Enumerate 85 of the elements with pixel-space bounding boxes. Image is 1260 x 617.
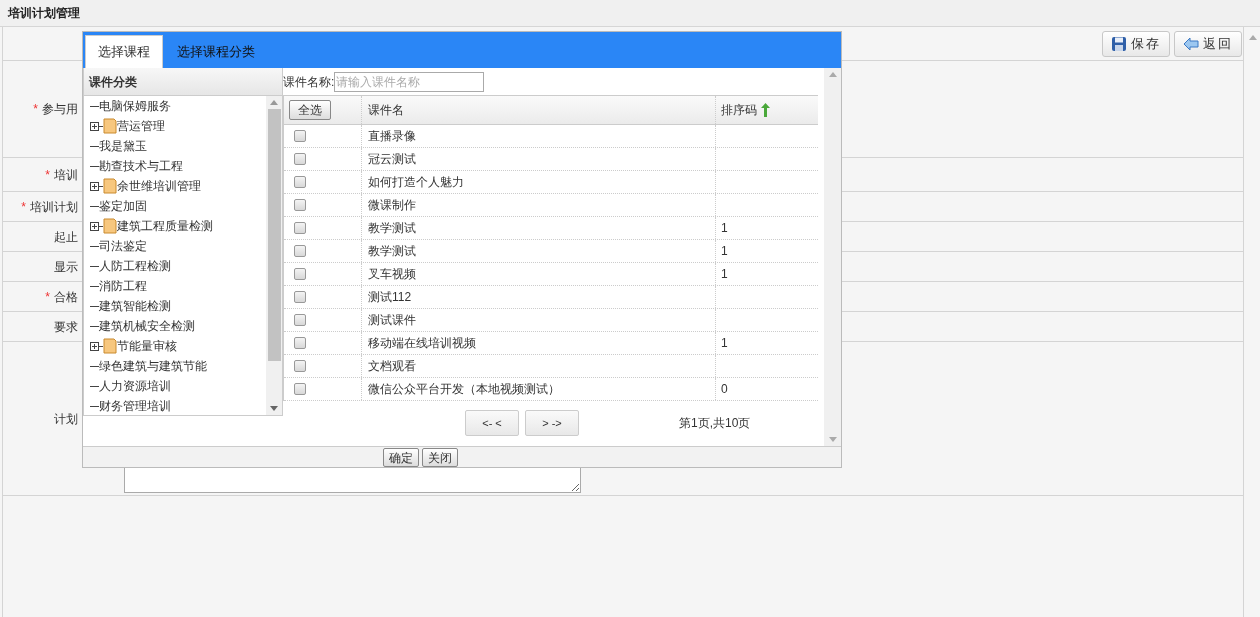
row-checkbox[interactable] bbox=[294, 153, 306, 165]
column-header[interactable]: 排序码 bbox=[721, 101, 757, 119]
tree-item[interactable]: 鉴定加固 bbox=[99, 197, 147, 215]
table-cell-text: 冠云测试 bbox=[368, 151, 416, 168]
required-mark: * bbox=[45, 288, 50, 306]
row-checkbox[interactable] bbox=[294, 314, 306, 326]
row-checkbox[interactable] bbox=[294, 268, 306, 280]
back-button[interactable]: 返回 bbox=[1174, 30, 1242, 57]
table-cell-text: 教学测试 bbox=[368, 220, 416, 237]
field-label: 要求 bbox=[54, 318, 78, 336]
table-cell-text: 1 bbox=[721, 335, 728, 352]
tree-item[interactable]: 余世维培训管理 bbox=[117, 177, 201, 195]
folder-icon bbox=[103, 218, 117, 234]
confirm-button[interactable]: 确定 bbox=[383, 447, 419, 467]
required-mark: * bbox=[33, 101, 38, 118]
field-label: 培训 bbox=[54, 166, 78, 184]
page-info: 第1页,共10页 bbox=[679, 415, 751, 432]
select-all-button[interactable]: 全选 bbox=[289, 100, 331, 120]
table-cell-text: 测试112 bbox=[368, 289, 412, 306]
tree-item[interactable]: 财务管理培训 bbox=[99, 397, 171, 415]
tree-item[interactable]: 人防工程检测 bbox=[99, 257, 171, 275]
tree-item[interactable]: 建筑工程质量检测 bbox=[117, 217, 213, 235]
search-label: 课件名称: bbox=[283, 73, 335, 91]
tree-item[interactable]: 司法鉴定 bbox=[99, 237, 147, 255]
dialog-scrollbar[interactable] bbox=[824, 68, 841, 446]
save-button[interactable]: 保存 bbox=[1102, 30, 1170, 57]
tree-item[interactable]: 营运管理 bbox=[117, 117, 165, 135]
expand-icon[interactable] bbox=[90, 221, 99, 231]
table-cell-text: 0 bbox=[721, 381, 728, 398]
folder-icon bbox=[103, 338, 117, 354]
search-field[interactable]: 请输入课件名称 bbox=[334, 71, 485, 92]
close-button[interactable]: 关闭 bbox=[422, 447, 458, 467]
table-cell-text: 微课制作 bbox=[368, 197, 416, 214]
tree-item[interactable]: 绿色建筑与建筑节能 bbox=[99, 357, 207, 375]
field-label: 合格 bbox=[54, 288, 78, 306]
previous-page-button[interactable]: <- < bbox=[465, 410, 519, 436]
table-cell-text: 文档观看 bbox=[368, 358, 416, 375]
row-checkbox[interactable] bbox=[294, 199, 306, 211]
dialog-tab[interactable]: 选择课程分类 bbox=[165, 35, 267, 68]
row-checkbox[interactable] bbox=[294, 176, 306, 188]
page-title: 培训计划管理 bbox=[8, 5, 80, 22]
table-cell-text: 叉车视频 bbox=[368, 266, 416, 283]
table-cell-text: 微信公众平台开发（本地视频测试） bbox=[368, 381, 560, 398]
field-label: 显示 bbox=[54, 258, 78, 276]
tree-scrollbar[interactable] bbox=[266, 96, 282, 415]
row-checkbox[interactable] bbox=[294, 245, 306, 257]
row-checkbox[interactable] bbox=[294, 383, 306, 395]
required-mark: * bbox=[21, 198, 26, 216]
dialog-tab[interactable]: 选择课程 bbox=[85, 35, 163, 68]
folder-icon bbox=[103, 118, 117, 134]
tree-item[interactable]: 建筑智能检测 bbox=[99, 297, 171, 315]
table-cell-text: 教学测试 bbox=[368, 243, 416, 260]
table-cell-text: 1 bbox=[721, 266, 728, 283]
folder-icon bbox=[103, 178, 117, 194]
table-cell-text: 直播录像 bbox=[368, 128, 416, 145]
expand-icon[interactable] bbox=[90, 181, 99, 191]
table-cell-text: 测试课件 bbox=[368, 312, 416, 329]
tree-item[interactable]: 建筑机械安全检测 bbox=[99, 317, 195, 335]
tree-item[interactable]: 消防工程 bbox=[99, 277, 147, 295]
field-label: 参与用 bbox=[42, 101, 78, 118]
expand-icon[interactable] bbox=[90, 121, 99, 131]
tree-item[interactable]: 电脑保姆服务 bbox=[99, 97, 171, 115]
table-cell-text: 1 bbox=[721, 220, 728, 237]
table-cell-text: 1 bbox=[721, 243, 728, 260]
panel-title: 课件分类 bbox=[89, 73, 137, 91]
field-label: 培训计划 bbox=[30, 198, 78, 216]
row-checkbox[interactable] bbox=[294, 360, 306, 372]
required-mark: * bbox=[45, 166, 50, 184]
row-checkbox[interactable] bbox=[294, 130, 306, 142]
field-label: 起止 bbox=[54, 228, 78, 246]
column-header[interactable]: 课件名 bbox=[368, 101, 404, 119]
next-page-button[interactable]: > -> bbox=[525, 410, 579, 436]
table-cell-text: 如何打造个人魅力 bbox=[368, 174, 464, 191]
row-checkbox[interactable] bbox=[294, 291, 306, 303]
tree-item[interactable]: 人力资源培训 bbox=[99, 377, 171, 395]
sort-up-arrow-icon[interactable] bbox=[761, 103, 770, 117]
tree-item[interactable]: 节能量审核 bbox=[117, 337, 177, 355]
left-arrow-icon bbox=[1183, 36, 1199, 51]
tree-item[interactable]: 勘查技术与工程 bbox=[99, 157, 183, 175]
row-checkbox[interactable] bbox=[294, 337, 306, 349]
field-label: 计划 bbox=[54, 410, 78, 428]
tree-item[interactable]: 我是黛玉 bbox=[99, 137, 147, 155]
row-checkbox[interactable] bbox=[294, 222, 306, 234]
table-cell-text: 移动端在线培训视频 bbox=[368, 335, 476, 352]
expand-icon[interactable] bbox=[90, 341, 99, 351]
